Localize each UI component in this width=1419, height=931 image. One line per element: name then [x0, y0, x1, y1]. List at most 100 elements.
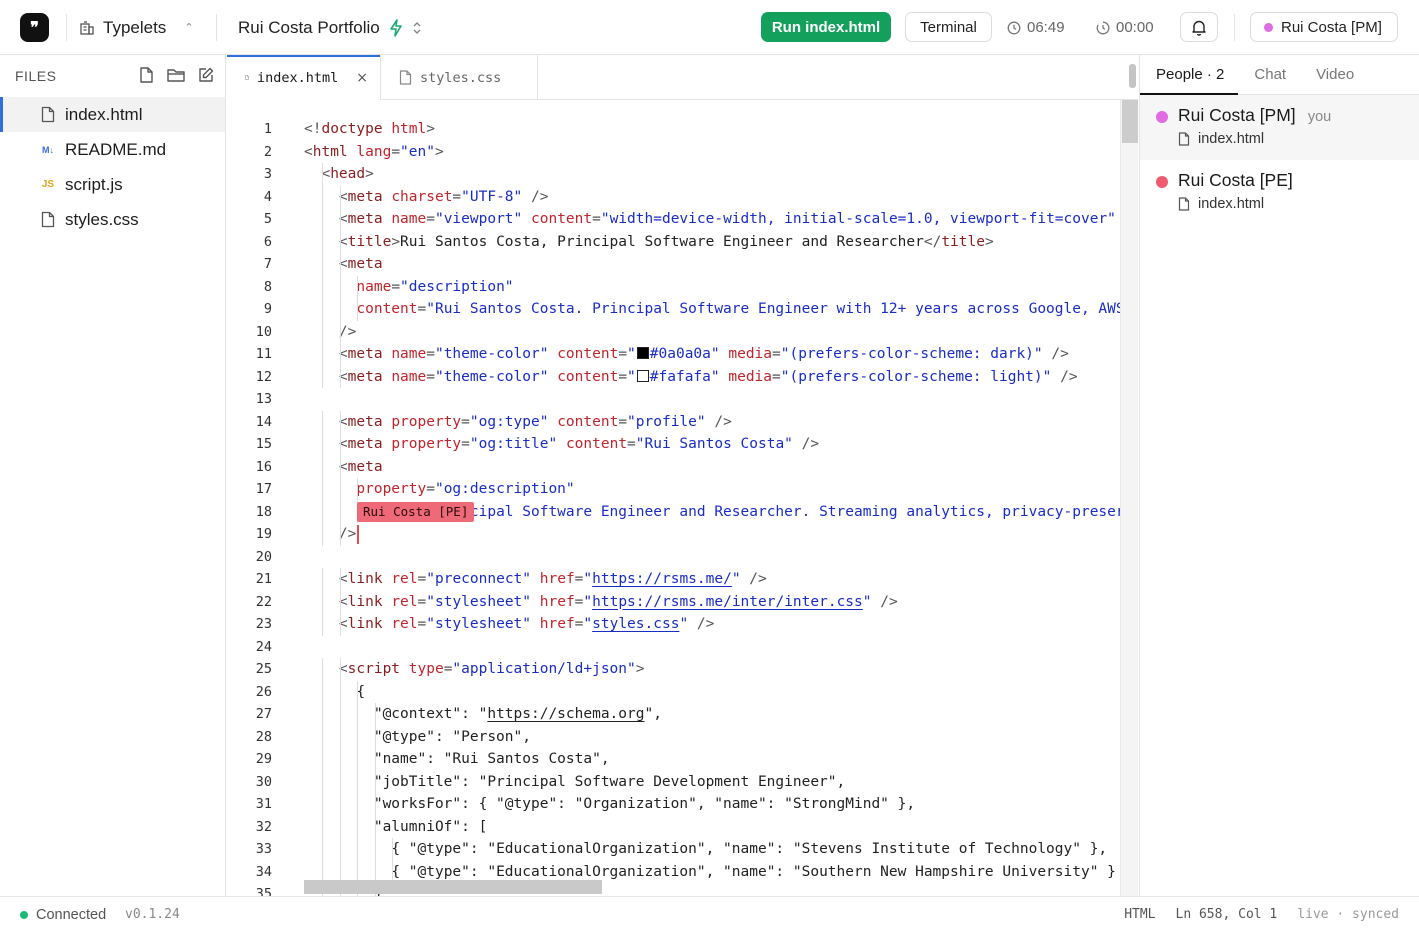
code-lines[interactable]: <!doctype html> <html lang="en"> <head> <… — [304, 118, 1138, 896]
file-item[interactable]: styles.css — [0, 202, 225, 237]
edit-icon[interactable] — [197, 66, 215, 84]
line-number: 29 — [255, 751, 272, 767]
close-tab-icon[interactable]: × — [356, 70, 368, 86]
code-line[interactable]: <head> — [304, 163, 1138, 186]
code-line[interactable]: <title>Rui Santos Costa, Principal Softw… — [304, 230, 1138, 253]
code-line[interactable]: <html lang="en"> — [304, 141, 1138, 164]
cursor-position[interactable]: Ln 658, Col 1 — [1176, 907, 1278, 922]
person-file[interactable]: index.html — [1178, 131, 1419, 147]
code-line[interactable]: "alumniOf": [ — [304, 815, 1138, 838]
terminal-button[interactable]: Terminal — [905, 12, 992, 42]
code-line[interactable]: content="Principal Software Engineer and… — [304, 500, 1138, 523]
tab-styles-css[interactable]: styles.css — [381, 55, 538, 100]
code-token: doctype — [321, 121, 392, 137]
new-folder-icon[interactable] — [166, 66, 186, 84]
code-line[interactable]: "jobTitle": "Principal Software Developm… — [304, 770, 1138, 793]
code-line[interactable]: <meta — [304, 455, 1138, 478]
workspace-switcher[interactable]: Typelets ⌃ — [79, 14, 194, 41]
code-token: " — [583, 593, 593, 610]
line-number: 35 — [255, 886, 272, 896]
code-line[interactable]: "name": "Rui Santos Costa", — [304, 748, 1138, 771]
code-line[interactable] — [304, 546, 1138, 569]
code-token: > — [984, 233, 994, 250]
code-line[interactable] — [304, 388, 1138, 411]
divider — [216, 14, 217, 41]
code-line[interactable]: "@context": "https://schema.org", — [304, 703, 1138, 726]
line-number: 21 — [255, 571, 272, 587]
code-line[interactable]: /> — [304, 320, 1138, 343]
tab-video[interactable]: Video — [1316, 66, 1354, 83]
code-token: "og:title" — [469, 436, 558, 452]
code-token: "viewport" — [434, 211, 523, 227]
code-token: https://rsms.me/ — [592, 571, 732, 587]
code-line[interactable]: "worksFor": { "@type": "Organization", "… — [304, 793, 1138, 816]
file-item[interactable]: JS script.js — [0, 167, 225, 202]
code-line[interactable]: <meta name="theme-color" content=" #0a0a0… — [304, 343, 1138, 366]
code-line[interactable]: "@type": "Person", — [304, 725, 1138, 748]
code-line[interactable]: <meta property="og:type" content="profil… — [304, 410, 1138, 433]
run-button[interactable]: Run index.html — [761, 12, 891, 42]
code-token: /> — [338, 323, 357, 340]
code-line[interactable]: /> — [304, 523, 1138, 546]
line-number: 6 — [263, 233, 272, 250]
tab-chat[interactable]: Chat — [1254, 66, 1286, 83]
code-token: content — [531, 211, 593, 227]
color-swatch — [636, 347, 649, 359]
code-line[interactable]: name="description" — [304, 275, 1138, 298]
vertical-scroll-thumb[interactable] — [1122, 100, 1138, 143]
notifications-button[interactable] — [1180, 12, 1218, 42]
code-line[interactable]: <meta name="theme-color" content=" #fafaf… — [304, 365, 1138, 388]
indent-guide — [357, 298, 358, 321]
language-mode[interactable]: HTML — [1124, 907, 1155, 922]
indent-guide — [322, 343, 323, 366]
code-token: "(prefers-color-scheme: light)" — [780, 368, 1052, 385]
horizontal-scroll-thumb[interactable] — [304, 880, 602, 894]
code-line[interactable]: property="og:description" — [304, 478, 1138, 501]
code-line[interactable]: <meta name="viewport" content="width=dev… — [304, 208, 1138, 231]
code-line[interactable]: <link rel="stylesheet" href="styles.css"… — [304, 613, 1138, 636]
vertical-scrollbar[interactable] — [1120, 100, 1138, 896]
new-file-icon[interactable] — [137, 66, 155, 84]
person-item[interactable]: Rui Costa [PM] you index.html — [1140, 95, 1419, 160]
code-line[interactable]: <meta property="og:title" content="Rui S… — [304, 433, 1138, 456]
file-item[interactable]: M↓ README.md — [0, 132, 225, 167]
files-header: FILES — [0, 55, 225, 97]
current-user-chip[interactable]: Rui Costa [PM] — [1250, 12, 1398, 42]
code-token: "description" — [400, 278, 514, 295]
app-logo[interactable]: ❞ — [20, 13, 49, 42]
code-token: = — [461, 436, 470, 452]
code-token: head — [330, 166, 366, 182]
code-line[interactable]: { "@type": "EducationalOrganization", "n… — [304, 838, 1138, 861]
indent-guide — [357, 838, 358, 861]
code-token: "og:description" — [434, 481, 575, 497]
indent-guide — [322, 590, 323, 613]
tabs-scrollbar[interactable] — [1129, 64, 1136, 88]
line-number: 28 — [255, 728, 272, 745]
person-file[interactable]: index.html — [1178, 196, 1419, 212]
file-item[interactable]: index.html — [0, 97, 225, 132]
tab-index-html[interactable]: index.html × — [227, 55, 381, 100]
code-line[interactable]: content="Rui Santos Costa. Principal Sof… — [304, 298, 1138, 321]
code-token: /> — [522, 188, 549, 205]
project-switcher[interactable]: Rui Costa Portfolio — [238, 14, 422, 41]
code-line[interactable] — [304, 636, 1138, 659]
code-line[interactable]: <meta — [304, 253, 1138, 276]
code-line[interactable]: <script type="application/ld+json"> — [304, 658, 1138, 681]
code-line[interactable]: <link rel="preconnect" href="https://rsm… — [304, 568, 1138, 591]
code-token: type — [408, 661, 444, 677]
line-number: 15 — [255, 436, 272, 452]
code-line[interactable]: <!doctype html> — [304, 118, 1138, 141]
code-line[interactable]: <link rel="stylesheet" href="https://rsm… — [304, 590, 1138, 613]
code-line[interactable]: <meta charset="UTF-8" /> — [304, 185, 1138, 208]
indent-guide — [339, 275, 341, 298]
code-area[interactable]: 1 2 3 4 5 6 7 8 9 10 11 12 13 14 15 16 17 18 19 20 21 22 23 24 2… — [227, 100, 1138, 896]
line-number: 1 — [263, 121, 272, 137]
indent-guide — [322, 185, 323, 208]
person-item[interactable]: Rui Costa [PE] index.html — [1140, 160, 1419, 225]
line-number: 24 — [255, 638, 272, 655]
code-line[interactable]: { — [304, 680, 1138, 703]
tab-people[interactable]: People · 2 — [1139, 66, 1239, 95]
